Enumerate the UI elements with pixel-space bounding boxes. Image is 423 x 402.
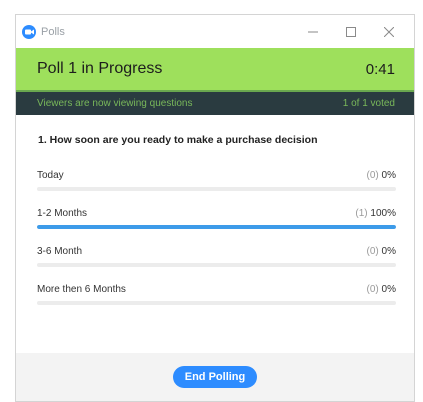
answer-bar-track [37, 225, 396, 229]
window-title: Polls [41, 25, 65, 38]
zoom-camera-icon [22, 24, 36, 39]
answer-item: More then 6 Months (0) 0% [37, 284, 396, 322]
polls-window: Polls Poll 1 in Progress 0:41 Viewers ar… [15, 14, 415, 402]
answer-item: Today (0) 0% [37, 170, 396, 208]
answer-percent: 0% [381, 246, 396, 257]
answer-list: Today (0) 0% 1-2 Months (1) 100% 3-6 Mon… [16, 146, 414, 322]
question-text: 1. How soon are you ready to make a purc… [38, 134, 318, 146]
close-icon[interactable] [370, 17, 408, 47]
answer-bar-track [37, 301, 396, 305]
maximize-icon[interactable] [332, 17, 370, 47]
end-polling-button[interactable]: End Polling [172, 366, 258, 388]
answer-percent: 0% [381, 170, 396, 181]
answer-count: (0) [366, 170, 379, 181]
answer-item: 1-2 Months (1) 100% [37, 208, 396, 246]
poll-progress-banner: Poll 1 in Progress 0:41 [16, 48, 414, 90]
title-bar: Polls [16, 15, 414, 48]
answer-percent: 0% [381, 284, 396, 295]
answer-item: 3-6 Month (0) 0% [37, 246, 396, 284]
answer-label: 1-2 Months [37, 208, 88, 219]
minimize-icon[interactable] [294, 17, 332, 47]
poll-timer: 0:41 [365, 60, 395, 78]
answer-bar-track [37, 263, 396, 267]
answer-count: (1) [355, 208, 368, 219]
answer-percent: 100% [370, 208, 396, 219]
status-message: Viewers are now viewing questions [37, 98, 193, 109]
answer-result: (1) 100% [355, 208, 396, 219]
poll-footer: End Polling [16, 353, 414, 401]
answer-result: (0) 0% [367, 246, 396, 257]
answer-bar-track [37, 187, 396, 191]
answer-count: (0) [366, 284, 379, 295]
poll-title: Poll 1 in Progress [37, 60, 163, 77]
answer-count: (0) [366, 246, 379, 257]
answer-result: (0) 0% [367, 284, 396, 295]
answer-result: (0) 0% [367, 170, 396, 181]
answer-label: Today [37, 170, 64, 181]
answer-label: More then 6 Months [37, 284, 126, 295]
poll-status-bar: Viewers are now viewing questions 1 of 1… [16, 90, 414, 115]
answer-label: 3-6 Month [37, 246, 83, 257]
answer-bar-fill [37, 225, 396, 229]
vote-count: 1 of 1 voted [342, 98, 395, 109]
